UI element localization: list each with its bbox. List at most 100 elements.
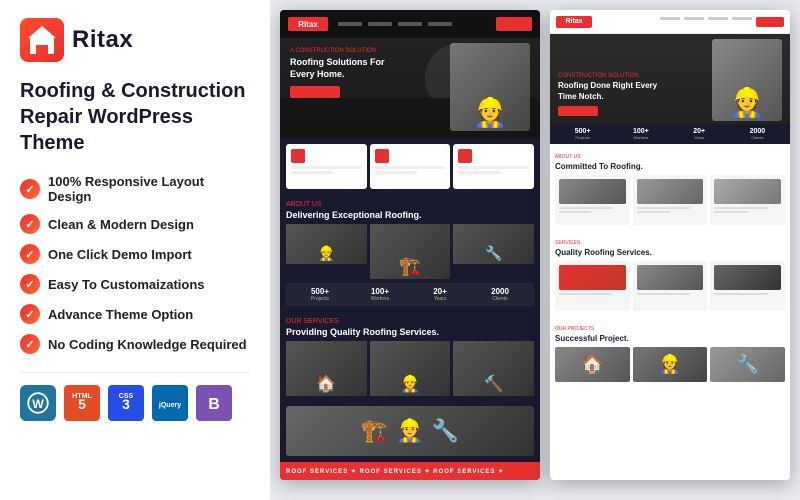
preview-right: Ritax Construction Solution Roofing Done… (550, 10, 790, 480)
mock-hero-right-btn[interactable] (558, 106, 598, 116)
hero-worker-img: 👷 (450, 43, 530, 131)
mock-img-1: 👷 (286, 224, 367, 264)
mock-stat-num-4: 2000 (472, 287, 528, 296)
mock-card-icon-3 (458, 149, 472, 163)
mock-stat-right-label-3: Years (672, 135, 727, 140)
preview-area: Ritax A Construction Solution Roofing So… (270, 0, 800, 500)
svg-text:jQuery: jQuery (158, 402, 181, 409)
mock-right-cards (555, 175, 785, 225)
svg-text:HTML: HTML (72, 393, 92, 400)
mock-logo-right: Ritax (556, 16, 592, 28)
mock-stat-right-label-1: Projects (555, 135, 610, 140)
mock-about-tag: About Us (286, 201, 534, 208)
mock-nav-btn[interactable] (496, 17, 532, 31)
mock-bottom-section: Our Projects Successful Project. 🏠 👷 🔧 (550, 321, 790, 387)
mock-right-about-heading: Committed To Roofing. (555, 162, 785, 171)
mock-stat-right-num-2: 100+ (613, 128, 668, 135)
mock-card-line-2a (375, 166, 446, 169)
mock-bottom-img-1: 🏠 (555, 347, 630, 382)
check-icon-nocoding: ✓ (20, 334, 40, 354)
mock-service-img-2: 👷 (370, 341, 451, 396)
mock-img-row-1: 👷 🏗️ 🔧 (286, 224, 534, 279)
mock-stat-num-2: 100+ (352, 287, 408, 296)
mock-right-card-line-2 (637, 207, 690, 209)
mock-card-1 (286, 144, 367, 189)
badge-wordpress: W (20, 385, 56, 421)
mock-stat-3: 20+ Years (412, 287, 468, 302)
mock-right-card-2 (633, 175, 708, 225)
mock-nav-right-btn[interactable] (756, 17, 784, 27)
mock-card-line-3a (458, 166, 529, 169)
mock-right-service-img-3 (714, 265, 781, 290)
mock-card-line-1a (291, 166, 362, 169)
brand-logo (20, 18, 64, 62)
mock-right-card-line-1b (559, 211, 592, 213)
mock-right-card-line-3 (714, 207, 767, 209)
mock-stat-label-3: Years (412, 296, 468, 302)
mock-services-section: Our Services Providing Quality Roofing S… (280, 312, 540, 406)
mock-stat-right-1: 500+ Projects (555, 128, 610, 140)
mock-right-service-card-3 (710, 261, 785, 311)
mock-stat-right-2: 100+ Workers (613, 128, 668, 140)
mock-about-section: About Us Delivering Exceptional Roofing.… (280, 195, 540, 312)
mock-nav-link-1 (338, 22, 362, 26)
mock-about-heading: Delivering Exceptional Roofing. (286, 210, 534, 220)
check-icon-advance: ✓ (20, 304, 40, 324)
mock-right-about-tag: About Us (555, 154, 785, 160)
mock-stat-right-3: 20+ Years (672, 128, 727, 140)
preview-left: Ritax A Construction Solution Roofing So… (280, 10, 540, 480)
badge-css3: 3 CSS (108, 385, 144, 421)
feature-nocoding: ✓ No Coding Knowledge Required (20, 334, 250, 354)
mock-stat-right-num-4: 2000 (730, 128, 785, 135)
feature-clean: ✓ Clean & Modern Design (20, 214, 250, 234)
mock-stat-right-num-3: 20+ (672, 128, 727, 135)
mock-hero-btn[interactable] (290, 86, 340, 98)
mock-stat-right-num-1: 500+ (555, 128, 610, 135)
feature-responsive: ✓ 100% Responsive Layout Design (20, 174, 250, 204)
mock-service-img-3: 🔨 (453, 341, 534, 396)
mock-right-service-img-1 (559, 265, 626, 290)
brand-name: Ritax (72, 26, 133, 54)
mock-right-card-3 (710, 175, 785, 225)
mock-stat-4: 2000 Clients (472, 287, 528, 302)
mock-card-icon-1 (291, 149, 305, 163)
mock-right-service-img-2 (637, 265, 704, 290)
feature-customization: ✓ Easy To Customaizations (20, 274, 250, 294)
mock-stats: 500+ Projects 100+ Workers 20+ Years 200… (286, 283, 534, 306)
mock-stat-2: 100+ Workers (352, 287, 408, 302)
mock-right-service-line-2 (637, 293, 690, 295)
mock-cards (280, 138, 540, 195)
mock-right-card-line-3b (714, 211, 747, 213)
check-icon-customization: ✓ (20, 274, 40, 294)
mock-stat-label-2: Workers (352, 296, 408, 302)
mock-nav-right-link-3 (708, 17, 728, 20)
mock-ticker: ROOF SERVICES ✦ ROOF SERVICES ✦ ROOF SER… (280, 462, 540, 480)
mock-right-card-line-1 (559, 207, 612, 209)
mock-right-service-line-3 (714, 293, 767, 295)
mock-card-icon-2 (375, 149, 389, 163)
badge-jquery: jQuery (152, 385, 188, 421)
mock-stat-right-label-2: Workers (613, 135, 668, 140)
theme-title: Roofing & Construction Repair WordPress … (20, 78, 250, 156)
mock-nav-link-3 (398, 22, 422, 26)
mock-logo-left: Ritax (288, 17, 328, 31)
mock-right-services: Services Quality Roofing Services. (550, 235, 790, 321)
check-icon-responsive: ✓ (20, 179, 40, 199)
mock-right-services-tag: Services (555, 240, 785, 246)
mock-stat-num-1: 500+ (292, 287, 348, 296)
mock-hero-right-title: Roofing Done Right Every Time Notch. (558, 81, 658, 102)
mock-right-service-line-1 (559, 293, 612, 295)
mock-ticker-text: ROOF SERVICES ✦ ROOF SERVICES ✦ ROOF SER… (286, 468, 504, 475)
mock-right-about: About Us Committed To Roofing. (550, 149, 790, 235)
mock-right-service-card-2 (633, 261, 708, 311)
mock-nav-link-4 (428, 22, 452, 26)
mock-nav-right-links (660, 17, 784, 27)
mock-stat-1: 500+ Projects (292, 287, 348, 302)
badge-bootstrap: B (196, 385, 232, 421)
left-panel: Ritax Roofing & Construction Repair Word… (0, 0, 270, 500)
brand: Ritax (20, 18, 250, 62)
divider (20, 372, 250, 373)
svg-text:W: W (32, 397, 44, 411)
mock-card-line-3b (458, 171, 500, 174)
mock-card-2 (370, 144, 451, 189)
